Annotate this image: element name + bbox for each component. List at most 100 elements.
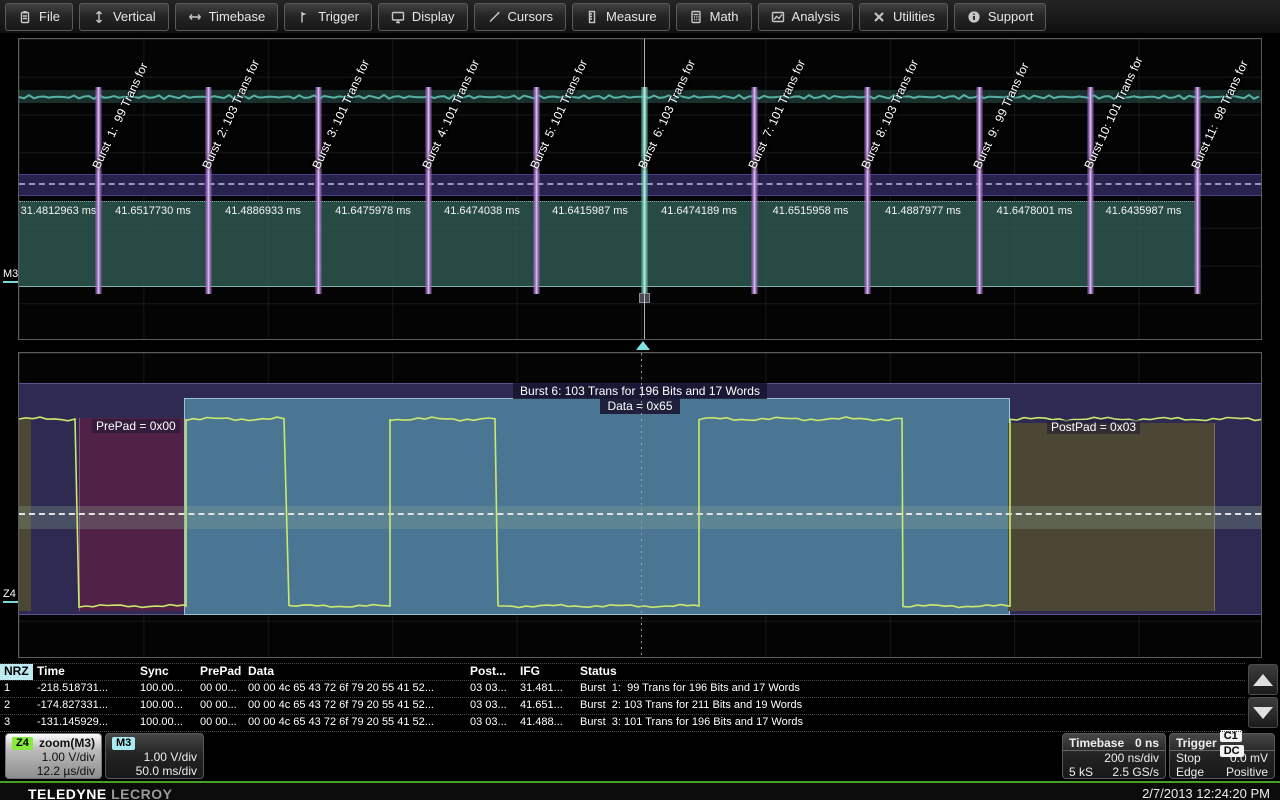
z4-descriptor-box[interactable]: Z4 zoom(M3) 1.00 V/div 12.2 µs/div (5, 733, 102, 779)
timebase-rate: 2.5 GS/s (1112, 765, 1159, 779)
footer-bar: TELEDYNE LECROY 2/7/2013 12:24:20 PM (0, 781, 1280, 800)
m3-descriptor-box[interactable]: M3 1.00 V/div 50.0 ms/div (105, 733, 204, 779)
burst-marker-1 (95, 87, 102, 294)
table-cell: 1 (0, 681, 33, 697)
table-cell: 00 00 4c 65 43 72 6f 79 20 55 41 52... (244, 698, 466, 714)
menu-label: Trigger (318, 9, 359, 24)
timebase-title: Timebase (1069, 736, 1124, 750)
table-cell: 100.00... (136, 681, 196, 697)
menu-analysis-button[interactable]: Analysis (758, 3, 853, 31)
z4-tdiv: 12.2 µs/div (37, 764, 95, 778)
zoom-waveform-grid: Burst 6: 103 Trans for 196 Bits and 17 W… (18, 352, 1262, 658)
menu-cursors-button[interactable]: Cursors (474, 3, 567, 31)
menu-label: Display (412, 9, 455, 24)
trigger-descriptor-box[interactable]: Trigger C1 DC Stop 0.0 mV Edge Positive (1169, 733, 1275, 779)
burst-marker-2 (205, 87, 212, 294)
table-scroll-down-button[interactable] (1248, 697, 1278, 728)
table-cell: 00 00... (196, 681, 244, 697)
table-cell: 00 00... (196, 698, 244, 714)
menu-bar: FileVertical Timebase Trigger Display Cursor… (0, 0, 1280, 34)
trigger-title: Trigger (1176, 736, 1217, 750)
menu-timebase-button[interactable]: Timebase (175, 3, 279, 31)
column-header-nrz[interactable]: NRZ (0, 664, 33, 680)
table-cell: 03 03... (466, 698, 516, 714)
main-waveform-grid: Burst 1: 99 Trans for31.4812963 msBurst … (18, 38, 1262, 340)
table-cell: 100.00... (136, 698, 196, 714)
burst-marker-10 (1087, 87, 1094, 294)
zoom-center-cursor[interactable] (641, 353, 642, 657)
table-cell: Burst 1: 99 Trans for 196 Bits and 17 Wo… (576, 681, 1245, 697)
timebase-icon (188, 10, 202, 24)
table-cell: 00 00 4c 65 43 72 6f 79 20 55 41 52... (244, 715, 466, 731)
menu-label: Measure (606, 9, 657, 24)
column-header-sync[interactable]: Sync (136, 664, 196, 680)
column-header-ifg[interactable]: IFG (516, 664, 576, 680)
datetime: 2/7/2013 12:24:20 PM (1142, 786, 1270, 800)
z4-title: zoom(M3) (39, 736, 95, 750)
trigger-type: Edge (1176, 765, 1204, 779)
cursors-icon (487, 10, 501, 24)
burst-marker-9 (976, 87, 983, 294)
menu-label: Timebase (209, 9, 266, 24)
table-cell: 100.00... (136, 715, 196, 731)
oscilloscope-screen: FileVertical Timebase Trigger Display Cursor… (0, 0, 1280, 800)
table-row[interactable]: 1-218.518731...100.00...00 00...00 00 4c… (0, 681, 1245, 698)
table-cell: 3 (0, 715, 33, 731)
postpad-label: PostPad = 0x03 (1047, 420, 1140, 434)
menu-label: Utilities (893, 9, 935, 24)
timebase-offset: 0 ns (1135, 736, 1159, 750)
time-cursor[interactable] (644, 39, 645, 339)
measure-icon (585, 10, 599, 24)
table-row[interactable]: 3-131.145929...100.00...00 00...00 00 4c… (0, 715, 1245, 732)
display-icon (391, 10, 405, 24)
m3-vdiv: 1.00 V/div (144, 750, 197, 764)
m3-badge: M3 (112, 737, 135, 750)
column-header-data[interactable]: Data (244, 664, 466, 680)
menu-trigger-button[interactable]: Trigger (284, 3, 372, 31)
table-cell: 31.481... (516, 681, 576, 697)
z4-badge: Z4 (12, 737, 33, 750)
menu-label: Math (710, 9, 739, 24)
timebase-descriptor-box[interactable]: Timebase 0 ns 200 ns/div 5 kS 2.5 GS/s (1062, 733, 1166, 779)
menu-file-button[interactable]: File (5, 3, 73, 31)
vertical-icon (92, 10, 106, 24)
burst-marker-3 (315, 87, 322, 294)
menu-display-button[interactable]: Display (378, 3, 468, 31)
menu-support-button[interactable]: Support (954, 3, 1047, 31)
table-cell: 41.488... (516, 715, 576, 731)
trigger-level: 0.0 mV (1230, 751, 1268, 765)
column-header-prepad[interactable]: PrePad (196, 664, 244, 680)
m3-trace-tag[interactable]: M3 (3, 268, 18, 283)
table-cell: -174.827331... (33, 698, 136, 714)
table-cell: -131.145929... (33, 715, 136, 731)
up-arrow-icon (1253, 674, 1273, 686)
z4-trace-tag[interactable]: Z4 (3, 588, 18, 603)
table-cell: -218.518731... (33, 681, 136, 697)
menu-measure-button[interactable]: Measure (572, 3, 670, 31)
table-cell: Burst 2: 103 Trans for 211 Bits and 19 W… (576, 698, 1245, 714)
data-value-label: Data = 0x65 (600, 398, 679, 414)
table-row[interactable]: 2-174.827331...100.00...00 00...00 00 4c… (0, 698, 1245, 715)
menu-math-button[interactable]: Math (676, 3, 752, 31)
menu-label: Support (988, 9, 1034, 24)
down-arrow-icon (1253, 707, 1273, 719)
column-header-post[interactable]: Post... (466, 664, 516, 680)
column-header-time[interactable]: Time (33, 664, 136, 680)
column-header-status[interactable]: Status (576, 664, 1245, 680)
burst-title-label: Burst 6: 103 Trans for 196 Bits and 17 W… (513, 383, 767, 399)
menu-vertical-button[interactable]: Vertical (79, 3, 169, 31)
support-icon (967, 10, 981, 24)
table-cell: 00 00 4c 65 43 72 6f 79 20 55 41 52... (244, 681, 466, 697)
table-cell: Burst 3: 101 Trans for 196 Bits and 17 W… (576, 715, 1245, 731)
timebase-per-div: 200 ns/div (1104, 751, 1159, 765)
cursor-marker-icon[interactable] (636, 341, 650, 350)
trigger-mode: Stop (1176, 751, 1201, 765)
prepad-label: PrePad = 0x00 (92, 419, 180, 433)
table-cell: 03 03... (466, 681, 516, 697)
table-header-row: NRZTimeSyncPrePadDataPost...IFGStatus (0, 663, 1245, 681)
menu-utilities-button[interactable]: Utilities (859, 3, 948, 31)
table-scroll-up-button[interactable] (1248, 664, 1278, 695)
brand-logo: TELEDYNE LECROY (28, 786, 172, 800)
burst-marker-8 (864, 87, 871, 294)
utilities-icon (872, 10, 886, 24)
